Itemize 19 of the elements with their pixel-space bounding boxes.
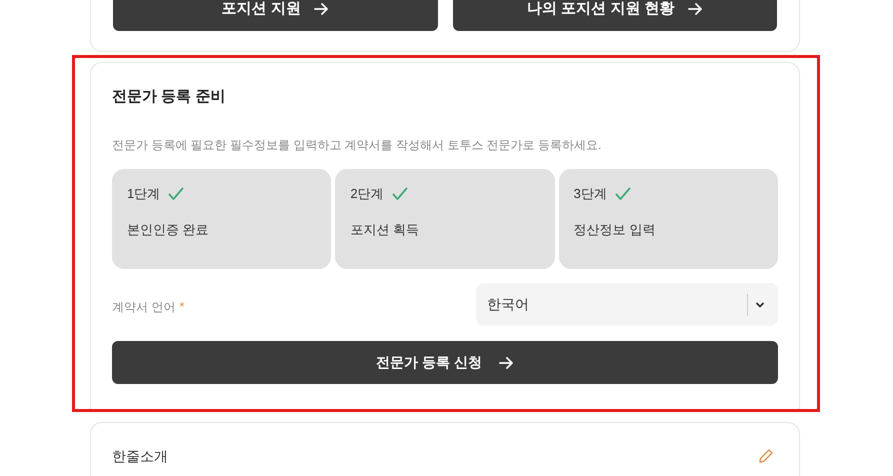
card-title: 한줄소개 <box>112 447 168 466</box>
arrow-right-icon <box>686 1 702 17</box>
step-text: 포지션 획득 <box>350 220 420 238</box>
step-text: 본인인증 완료 <box>127 220 210 238</box>
action-button[interactable]: 나의 포지션 지원 현황 <box>452 0 777 31</box>
description: 전문가 등록에 필요한 필수정보를 입력하고 계약서를 작성해서 토투스 전문가로 등록하세요. <box>112 137 602 154</box>
submit-button[interactable]: 전문가 등록 신청 <box>112 341 778 384</box>
step-label: 1단계 <box>127 185 160 203</box>
language-select[interactable]: 한국어 <box>476 283 778 326</box>
arrow-right-icon <box>312 1 329 17</box>
required-mark: * <box>179 298 184 316</box>
step-label: 3단계 <box>574 185 607 203</box>
arrow-right-icon <box>498 354 514 370</box>
step-text: 정산정보 입력 <box>574 220 656 238</box>
pencil-icon[interactable] <box>758 448 774 464</box>
step-label: 2단계 <box>350 185 384 203</box>
card-title: 전문가 등록 준비 <box>112 87 226 107</box>
field-label: 계약서 언어 <box>112 298 176 316</box>
action-button[interactable]: 포지션 지원 <box>113 0 438 31</box>
